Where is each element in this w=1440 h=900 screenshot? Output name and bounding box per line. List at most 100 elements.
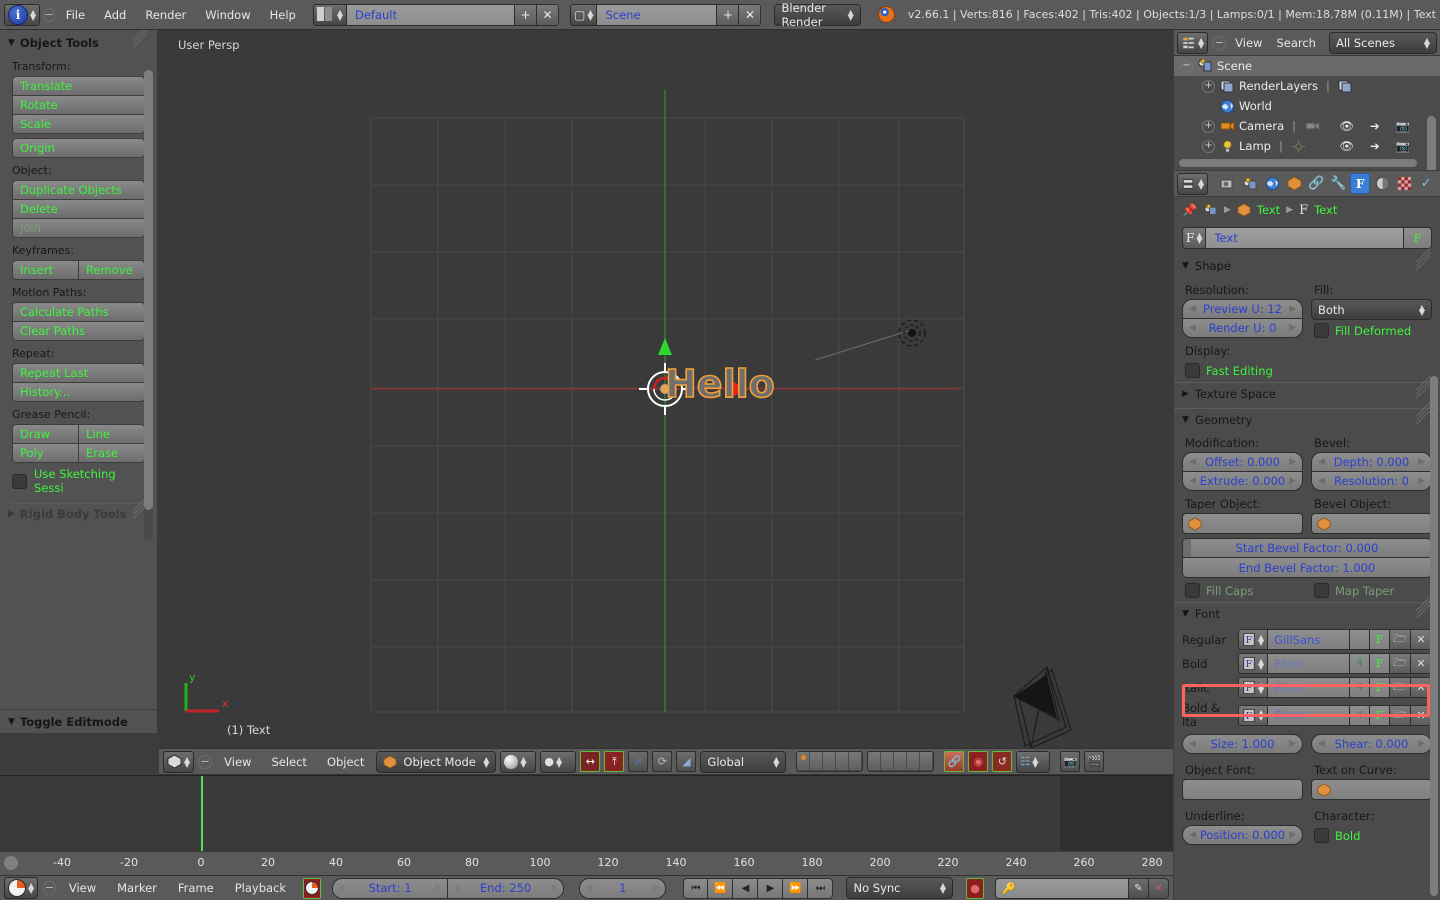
- menu-file[interactable]: File: [58, 8, 93, 22]
- breadcrumb-data-label[interactable]: Text: [1314, 203, 1337, 217]
- duplicate-objects-button[interactable]: Duplicate Objects: [12, 180, 145, 200]
- datablock-browse-button[interactable]: F ▲ ▼: [1182, 227, 1207, 249]
- bevel-depth-slider[interactable]: ◀ Depth: 0.000 ▶: [1311, 452, 1432, 472]
- render-u-slider[interactable]: ◀ Render U: 0 ▶: [1182, 318, 1303, 338]
- gp-line-button[interactable]: Line: [79, 424, 145, 444]
- font-bold-italic-fake-user[interactable]: F: [1370, 704, 1390, 726]
- text-on-curve-field[interactable]: [1311, 779, 1432, 800]
- outliner-horizontal-scrollbar[interactable]: [1178, 158, 1418, 168]
- menu-window[interactable]: Window: [197, 8, 258, 22]
- tab-scene[interactable]: [1240, 173, 1260, 194]
- layer-cell[interactable]: [810, 752, 824, 771]
- viewport-menu-select[interactable]: Select: [263, 755, 314, 769]
- scene-name[interactable]: Scene: [597, 3, 718, 26]
- outliner-row-scene[interactable]: − Scene: [1174, 56, 1440, 76]
- translate-button[interactable]: Translate: [12, 76, 145, 96]
- editor-type-selector-3dview[interactable]: ▲ ▼: [163, 750, 195, 773]
- scene-icon[interactable]: [1203, 203, 1218, 217]
- tab-physics[interactable]: ✓: [1416, 173, 1436, 194]
- transform-orientation-icon-button[interactable]: ◢: [676, 751, 697, 772]
- new-screen-button[interactable]: +: [514, 3, 537, 26]
- outliner-row-renderlayers[interactable]: + RenderLayers |: [1174, 76, 1440, 96]
- fake-user-toggle[interactable]: F: [1404, 227, 1432, 249]
- editor-type-selector-timeline[interactable]: ▲ ▼: [4, 877, 39, 899]
- fill-deformed-checkbox[interactable]: Fill Deformed: [1311, 320, 1432, 338]
- toolshelf-scrollbar[interactable]: [144, 70, 153, 540]
- translate-manipulator-button[interactable]: ⤒: [604, 751, 625, 772]
- layer-cell[interactable]: [868, 752, 882, 771]
- layer-cell[interactable]: [797, 752, 811, 771]
- font-regular-fake-user[interactable]: F: [1370, 629, 1390, 650]
- outliner-vertical-scrollbar[interactable]: [1427, 116, 1436, 170]
- tab-material[interactable]: [1372, 173, 1392, 194]
- scrollbar-thumb[interactable]: [144, 70, 153, 510]
- play-button[interactable]: ▶: [758, 877, 784, 899]
- expander-icon[interactable]: −: [1180, 59, 1193, 73]
- font-regular-open-button[interactable]: 🗁: [1390, 629, 1411, 650]
- font-italic-unlink-button[interactable]: ✕: [1411, 677, 1432, 698]
- layer-cell[interactable]: [849, 752, 863, 771]
- expander-icon[interactable]: +: [1202, 119, 1215, 133]
- remove-keyframe-button[interactable]: Remove: [79, 260, 145, 280]
- timeline-editor[interactable]: -40 -20 0 20 40 60 80 100 120 140 160 180 200 220 240 2…: [0, 775, 1173, 875]
- history-button[interactable]: History...: [12, 382, 145, 402]
- properties-editor[interactable]: ▲ ▼ 🔗 🔧 F ✓ 📌 ▶ Text ▶ F Text F ▲ ▼ Text…: [1174, 171, 1440, 900]
- outliner-display-mode-selector[interactable]: All Scenes ▲ ▼: [1328, 31, 1437, 54]
- extrude-slider[interactable]: ◀ Extrude: 0.000 ▶: [1182, 471, 1303, 491]
- delete-scene-button[interactable]: ✕: [739, 3, 762, 26]
- fast-editing-checkbox[interactable]: Fast Editing: [1182, 360, 1303, 378]
- manipulator-toggle-button[interactable]: ↔: [580, 751, 601, 772]
- layer-cell[interactable]: [894, 752, 908, 771]
- renderable-camera-icon[interactable]: 📷: [1396, 139, 1410, 153]
- offset-slider[interactable]: ◀ Offset: 0.000 ▶: [1182, 452, 1303, 472]
- rotate-button[interactable]: Rotate: [12, 95, 145, 115]
- scene-selector[interactable]: ▢ ▲ ▼: [569, 3, 598, 26]
- expander-icon[interactable]: +: [1202, 79, 1215, 93]
- screen-layout-selector[interactable]: ▲ ▼: [312, 3, 347, 26]
- next-keyframe-button[interactable]: ⏩: [783, 877, 809, 899]
- outliner-menu-search[interactable]: Search: [1271, 36, 1321, 50]
- font-italic-name[interactable]: Bfont: [1268, 677, 1350, 698]
- timeline-ruler[interactable]: -40 -20 0 20 40 60 80 100 120 140 160 180 200 220 240 2…: [0, 851, 1173, 875]
- insert-keyframe-button[interactable]: Insert: [12, 260, 79, 280]
- active-keying-set-field[interactable]: 🔑: [995, 877, 1129, 899]
- font-italic-browse-button[interactable]: F ▲ ▼: [1238, 677, 1269, 698]
- section-header-texture-space[interactable]: ▶ Texture Space: [1174, 375, 1440, 404]
- collapse-menus-button[interactable]: −: [198, 754, 213, 769]
- join-button[interactable]: Join: [12, 218, 145, 238]
- scale-button[interactable]: Scale: [12, 114, 145, 134]
- rotate-manipulator-button[interactable]: ➚: [628, 751, 649, 772]
- previous-keyframe-button[interactable]: ⏪: [708, 877, 734, 899]
- underline-position-slider[interactable]: ◀ Position: 0.000 ▶: [1182, 825, 1303, 845]
- font-size-slider[interactable]: ◀ Size: 1.000 ▶: [1182, 734, 1303, 754]
- start-bevel-factor-bar[interactable]: Start Bevel Factor: 0.000: [1182, 538, 1432, 558]
- font-shear-slider[interactable]: ◀ Shear: 0.000 ▶: [1311, 734, 1432, 754]
- bevel-object-field[interactable]: [1311, 513, 1432, 534]
- font-regular-browse-button[interactable]: F ▲ ▼: [1238, 629, 1269, 650]
- character-bold-checkbox[interactable]: Bold: [1311, 825, 1432, 843]
- layer-cell[interactable]: [907, 752, 921, 771]
- font-bold-fake-user[interactable]: F: [1370, 653, 1390, 674]
- font-bold-italic-browse-button[interactable]: F ▲ ▼: [1238, 704, 1269, 726]
- visibility-eye-icon[interactable]: 👁: [1339, 119, 1354, 133]
- object-font-field[interactable]: [1182, 779, 1303, 800]
- toggle-editmode-panel[interactable]: ▼ Toggle Editmode: [0, 709, 157, 733]
- preview-u-slider[interactable]: ◀ Preview U: 12 ▶: [1182, 299, 1303, 319]
- tab-object[interactable]: [1284, 173, 1304, 194]
- bevel-resolution-slider[interactable]: ◀ Resolution: 0 ▶: [1311, 471, 1432, 491]
- outliner-row-camera[interactable]: + Camera | 👁 ➔ 📷: [1174, 116, 1440, 136]
- render-engine-selector[interactable]: Blender Render ▲ ▼: [774, 1, 861, 29]
- taper-object-field[interactable]: [1182, 513, 1303, 534]
- editor-type-selector-outliner[interactable]: ▲ ▼: [1177, 31, 1209, 54]
- fill-mode-selector[interactable]: Both ▲ ▼: [1311, 299, 1432, 320]
- sync-mode-selector[interactable]: No Sync ▲ ▼: [846, 877, 953, 899]
- editor-type-selector-properties[interactable]: ▲ ▼: [1177, 172, 1209, 195]
- expander-icon[interactable]: +: [1202, 139, 1215, 153]
- timeline-playhead[interactable]: [201, 776, 203, 851]
- collapse-menus-button[interactable]: −: [43, 881, 56, 895]
- font-bold-italic-unlink-button[interactable]: ✕: [1411, 704, 1432, 726]
- font-bold-browse-button[interactable]: F ▲ ▼: [1238, 653, 1269, 674]
- gp-draw-button[interactable]: Draw: [12, 424, 79, 444]
- scale-manipulator-button[interactable]: ⟳: [652, 751, 673, 772]
- current-frame-field[interactable]: ◀ 1 ▶: [579, 877, 667, 899]
